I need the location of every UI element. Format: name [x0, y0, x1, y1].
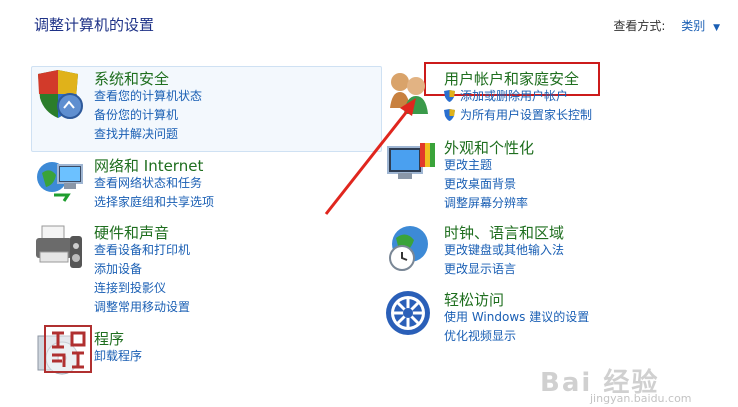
link-add-remove-users[interactable]: 添加或删除用户帐户	[444, 87, 592, 106]
link-homegroup[interactable]: 选择家庭组和共享选项	[94, 193, 214, 212]
category-title[interactable]: 用户帐户和家庭安全	[444, 68, 579, 89]
link-display-language[interactable]: 更改显示语言	[444, 260, 564, 279]
link-view-status[interactable]: 查看您的计算机状态	[94, 87, 202, 106]
link-add-device[interactable]: 添加设备	[94, 260, 190, 279]
clock-globe-icon	[389, 226, 428, 271]
page-title: 调整计算机的设置	[34, 16, 155, 34]
uac-shield-icon	[444, 90, 455, 102]
shield-check-icon	[38, 70, 83, 119]
link-resolution[interactable]: 调整屏幕分辨率	[444, 194, 528, 213]
seal-stamp-icon	[44, 325, 92, 373]
category-title[interactable]: 外观和个性化	[444, 137, 534, 158]
link-network-status[interactable]: 查看网络状态和任务	[94, 174, 214, 193]
link-mobility-settings[interactable]: 调整常用移动设置	[94, 298, 190, 317]
printer-icon	[36, 225, 82, 268]
chevron-down-icon[interactable]: ▼	[713, 23, 720, 33]
link-parental-controls[interactable]: 为所有用户设置家长控制	[444, 106, 592, 125]
link-troubleshoot[interactable]: 查找并解决问题	[94, 125, 202, 144]
link-windows-suggestions[interactable]: 使用 Windows 建议的设置	[444, 308, 589, 327]
category-title[interactable]: 硬件和声音	[94, 222, 169, 243]
link-optimize-visual[interactable]: 优化视频显示	[444, 327, 589, 346]
link-uninstall[interactable]: 卸载程序	[94, 347, 142, 366]
users-icon	[390, 73, 428, 114]
link-keyboard-input[interactable]: 更改键盘或其他输入法	[444, 241, 564, 260]
link-change-theme[interactable]: 更改主题	[444, 156, 528, 175]
link-projector[interactable]: 连接到投影仪	[94, 279, 190, 298]
uac-shield-icon	[444, 109, 455, 121]
category-title[interactable]: 网络和 Internet	[94, 155, 203, 176]
link-desktop-background[interactable]: 更改桌面背景	[444, 175, 528, 194]
link-text: 为所有用户设置家长控制	[460, 108, 593, 122]
view-by-dropdown[interactable]: 类别	[681, 19, 705, 33]
monitor-palette-icon	[387, 143, 435, 179]
category-title[interactable]: 程序	[94, 328, 124, 349]
category-title[interactable]: 轻松访问	[444, 289, 504, 310]
category-title[interactable]: 系统和安全	[94, 68, 169, 89]
network-globe-icon	[37, 162, 83, 202]
view-by: 查看方式: 类别 ▼	[613, 17, 720, 34]
category-title[interactable]: 时钟、语言和区域	[444, 222, 564, 243]
ease-of-access-icon	[386, 291, 430, 335]
link-text: 添加或删除用户帐户	[460, 89, 569, 103]
link-devices-printers[interactable]: 查看设备和打印机	[94, 241, 190, 260]
link-backup[interactable]: 备份您的计算机	[94, 106, 202, 125]
watermark-sub: jingyan.baidu.com	[590, 392, 692, 405]
view-by-label: 查看方式:	[613, 19, 666, 33]
